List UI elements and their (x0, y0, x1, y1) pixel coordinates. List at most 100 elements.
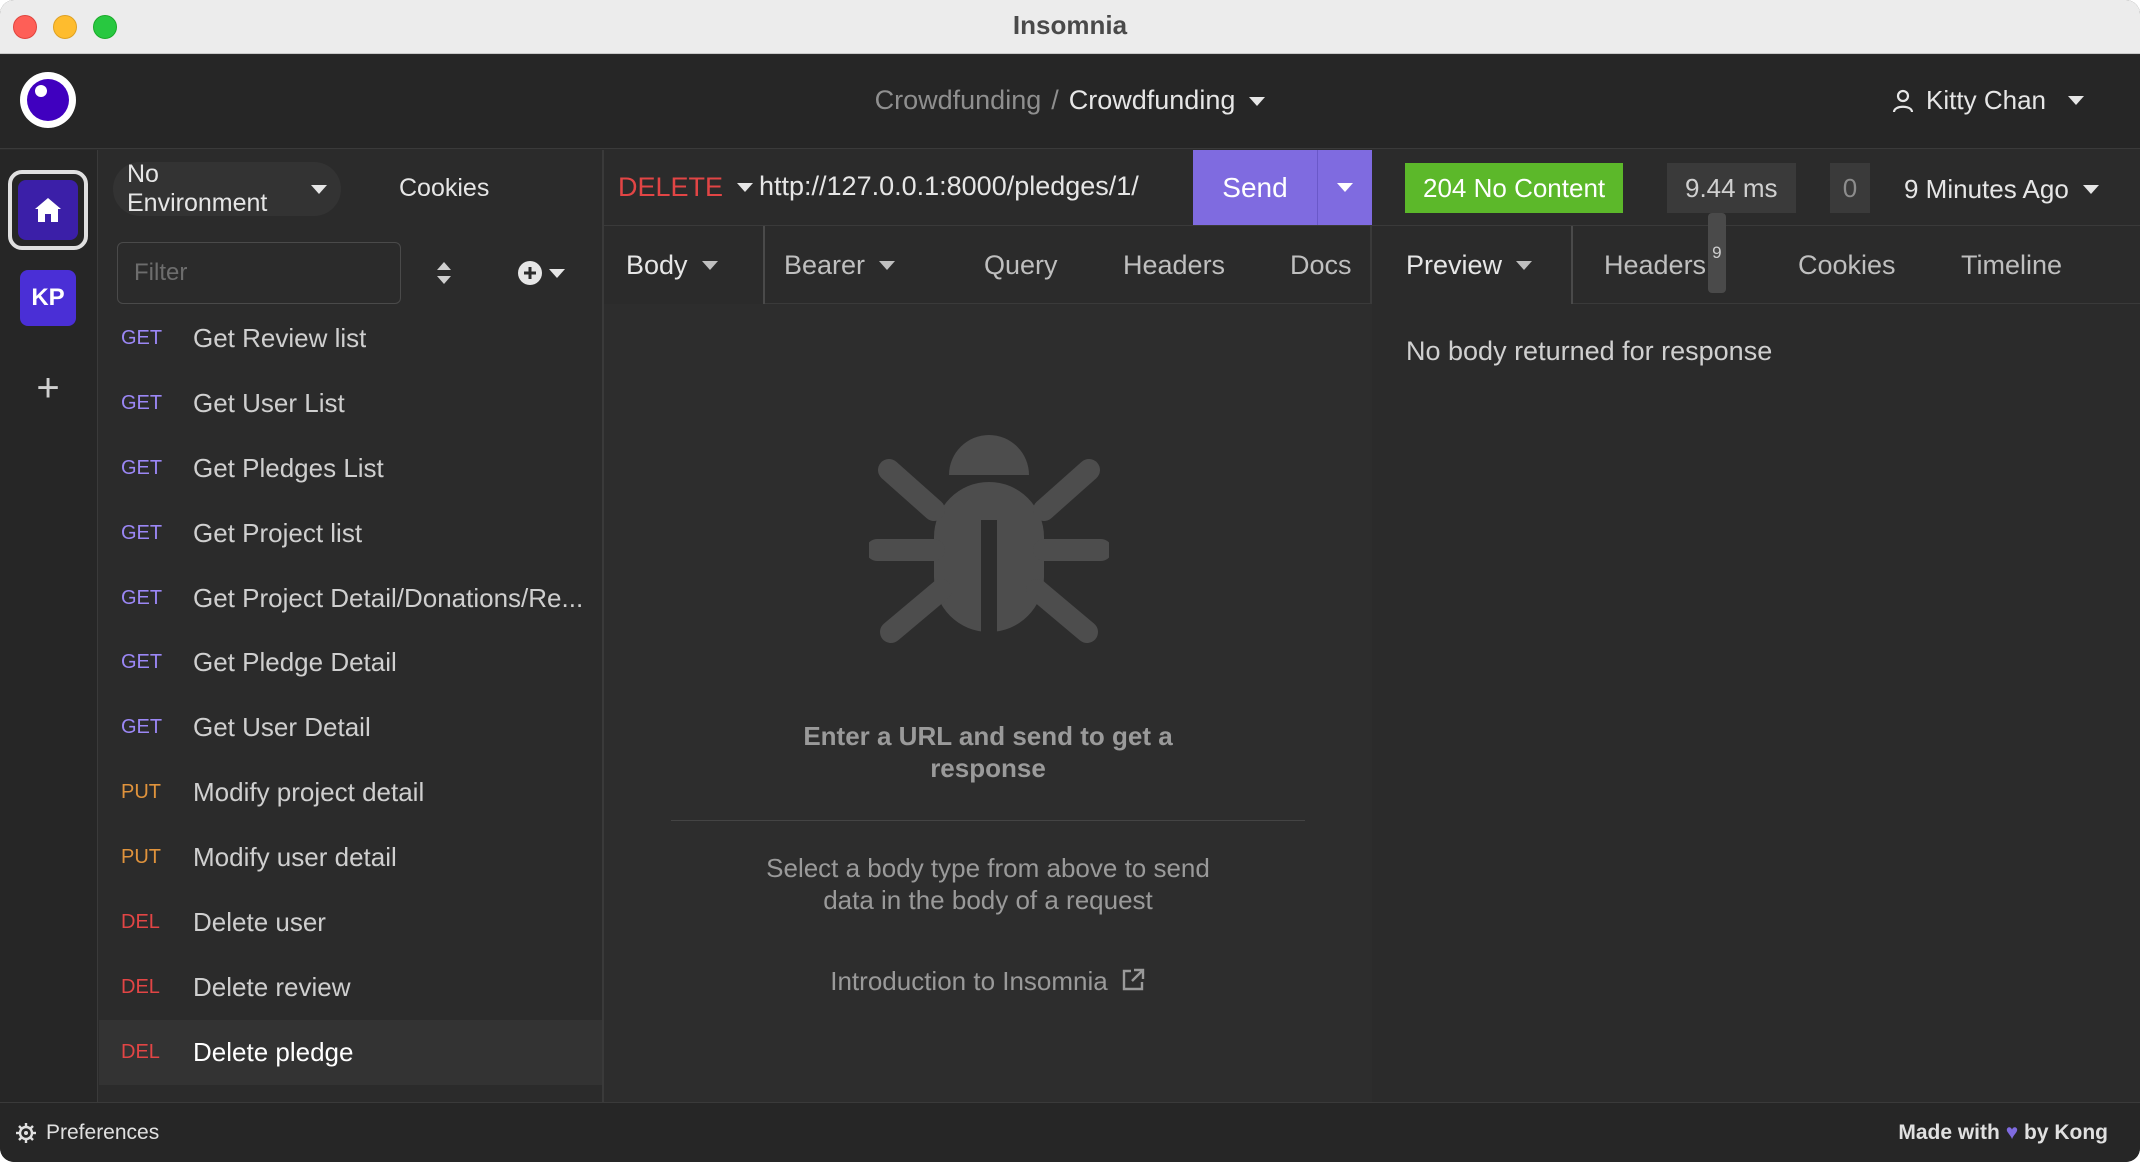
environment-label: No Environment (127, 160, 268, 217)
breadcrumb-project[interactable]: Crowdfunding (875, 85, 1042, 115)
bug-icon (869, 435, 1109, 643)
method-selector[interactable]: DELETE (618, 172, 754, 203)
request-item[interactable]: GET Get Project Detail/Donations/Re... (99, 566, 602, 631)
add-project-button[interactable]: + (28, 368, 68, 408)
environment-selector[interactable]: No Environment (113, 160, 341, 217)
request-item[interactable]: DEL Delete review (99, 955, 602, 1020)
project-kp-button[interactable]: KP (20, 270, 76, 326)
request-item-label: Delete pledge (193, 1036, 354, 1067)
chevron-down-icon (1337, 183, 1353, 192)
tab-bearer[interactable]: Bearer (784, 226, 896, 304)
request-item[interactable]: PUT Modify user detail (99, 825, 602, 890)
response-time-badge: 9.44 ms (1667, 163, 1796, 213)
request-body-panel: Enter a URL and send to get a response S… (604, 304, 1372, 1102)
home-button[interactable] (8, 170, 88, 250)
request-item-label: Get User List (193, 387, 345, 418)
tab-docs[interactable]: Docs (1290, 226, 1352, 304)
request-pane: DELETE http://127.0.0.1:8000/pledges/1/ … (604, 150, 1372, 1102)
empty-state-description: Select a body type from above to send da… (766, 853, 1210, 915)
user-icon (1892, 89, 1914, 112)
status-badge: 204 No Content (1405, 163, 1624, 213)
tab-bearer-label: Bearer (784, 250, 866, 280)
request-item[interactable]: GET Get Pledges List (99, 436, 602, 501)
request-item-label: Get Review list (193, 322, 367, 353)
request-list: GET Get Review list GET Get User List GET Get… (99, 306, 602, 1085)
url-input[interactable]: http://127.0.0.1:8000/pledges/1/ (759, 171, 1139, 202)
home-icon (35, 198, 61, 222)
tab-response-headers-label: Headers (1604, 250, 1707, 280)
chevron-down-icon (2068, 96, 2084, 105)
response-age: 9 Minutes Ago (1904, 174, 2069, 204)
request-method-badge: PUT (121, 781, 161, 804)
chevron-down-icon (549, 268, 565, 278)
send-button[interactable]: Send (1193, 150, 1317, 225)
response-history-selector[interactable]: 9 Minutes Ago (1904, 174, 2099, 205)
request-method-badge: GET (121, 326, 163, 349)
heart-icon: ♥ (2005, 1121, 2019, 1144)
user-menu[interactable]: Kitty Chan (1892, 85, 2084, 116)
request-item-label: Get Pledges List (193, 452, 384, 483)
request-method-badge: GET (121, 456, 163, 479)
request-item-label: Delete user (193, 906, 326, 937)
tab-timeline[interactable]: Timeline (1961, 226, 2062, 304)
introduction-link[interactable]: Introduction to Insomnia (604, 966, 1372, 1000)
made-with-suffix: by Kong (2024, 1121, 2108, 1144)
request-item[interactable]: GET Get User Detail (99, 695, 602, 760)
chevron-down-icon[interactable] (1249, 97, 1266, 107)
request-item[interactable]: GET Get User List (99, 371, 602, 436)
tab-preview[interactable]: Preview (1372, 226, 1573, 304)
request-method-badge: DEL (121, 975, 160, 998)
app-header: Crowdfunding / Crowdfunding Kitty Chan (0, 55, 2140, 149)
chevron-down-icon (311, 184, 327, 194)
request-method-badge: GET (121, 521, 163, 544)
chevron-down-icon (1516, 260, 1533, 270)
cookies-button[interactable]: Cookies (399, 174, 489, 203)
request-item-label: Get Project Detail/Donations/Re... (193, 582, 584, 613)
request-item-label: Modify user detail (193, 842, 397, 873)
made-with-credit[interactable]: Made with ♥ by Kong (1898, 1121, 2108, 1145)
user-name: Kitty Chan (1926, 85, 2046, 115)
status-footer: Preferences Made with ♥ by Kong (0, 1102, 2140, 1162)
tab-preview-label: Preview (1406, 250, 1503, 280)
introduction-link-label: Introduction to Insomnia (830, 966, 1108, 996)
tab-response-headers[interactable]: Headers 9 (1604, 213, 1726, 304)
request-item-label: Modify project detail (193, 777, 425, 808)
filter-input[interactable] (117, 242, 401, 304)
empty-state-title: Enter a URL and send to get a response (803, 721, 1173, 783)
chevron-down-icon (737, 183, 754, 192)
breadcrumb-separator: / (1051, 85, 1059, 115)
made-with-prefix: Made with (1898, 1121, 2000, 1144)
request-item[interactable]: GET Get Pledge Detail (99, 630, 602, 695)
request-item[interactable]: DEL Delete pledge (99, 1019, 602, 1085)
gear-icon (16, 1123, 36, 1143)
request-method-badge: PUT (121, 846, 161, 869)
external-link-icon (1120, 967, 1146, 1000)
request-method-badge: DEL (121, 1040, 160, 1063)
request-item-label: Delete review (193, 971, 351, 1002)
tab-headers[interactable]: Headers (1123, 226, 1225, 304)
request-sidebar: No Environment Cookies GET Get Review lis… (99, 150, 604, 1102)
title-bar: Insomnia (0, 0, 2140, 54)
request-item[interactable]: GET Get Project list (99, 501, 602, 566)
tab-query[interactable]: Query (984, 226, 1058, 304)
preferences-button[interactable]: Preferences (16, 1121, 159, 1145)
request-method-badge: GET (121, 586, 163, 609)
request-item[interactable]: GET Get Review list (99, 306, 602, 371)
breadcrumb: Crowdfunding / Crowdfunding (0, 85, 2140, 116)
headers-count-badge: 9 (1708, 213, 1726, 293)
breadcrumb-collection[interactable]: Crowdfunding (1069, 85, 1236, 115)
window-title: Insomnia (1012, 10, 1128, 40)
request-method-badge: GET (121, 716, 163, 739)
response-tabs: Preview Headers 9 Cookies Timeline (1372, 213, 2140, 304)
request-item[interactable]: PUT Modify project detail (99, 760, 602, 825)
send-options-button[interactable] (1317, 150, 1372, 225)
sort-icon[interactable] (429, 258, 459, 288)
request-item-label: Get Pledge Detail (193, 647, 397, 678)
tab-response-cookies[interactable]: Cookies (1798, 226, 1896, 304)
send-button-group: Send (1193, 150, 1372, 225)
request-item[interactable]: DEL Delete user (99, 890, 602, 955)
app-window: Insomnia Crowdfunding / Crowdfunding Kitty… (0, 0, 2140, 1162)
method-label: DELETE (618, 172, 724, 202)
add-request-button[interactable] (517, 258, 571, 288)
tab-body[interactable]: Body (604, 226, 765, 304)
